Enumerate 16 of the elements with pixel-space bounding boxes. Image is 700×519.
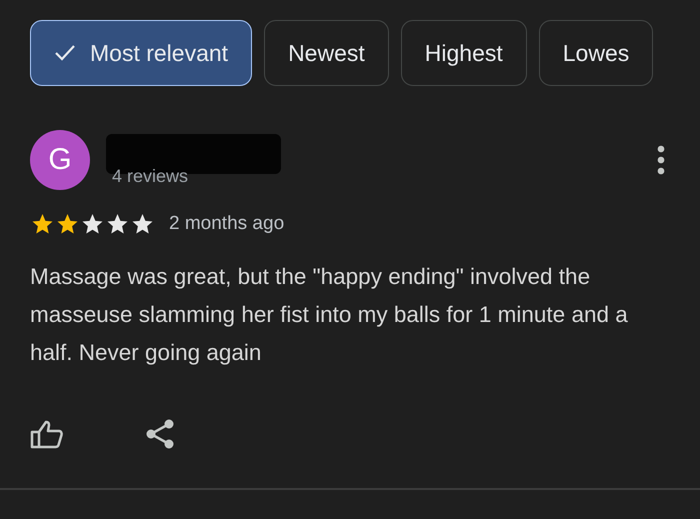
- sort-chip[interactable]: Highest: [400, 20, 527, 86]
- sort-chip[interactable]: Most relevant: [30, 20, 252, 86]
- share-icon[interactable]: [144, 418, 176, 450]
- review-text: Massage was great, but the "happy ending" involved the masseuse slamming her fist into my balls for 1 minute and a half. Never going again: [30, 263, 629, 367]
- check-icon: [54, 44, 76, 62]
- star-icon: [105, 212, 130, 236]
- star-icon: [130, 212, 155, 236]
- star-icon: [80, 212, 105, 236]
- sort-chip[interactable]: Newest: [264, 20, 389, 86]
- star-icon: [30, 212, 55, 236]
- star-icon: [55, 212, 80, 236]
- review-time: 2 months ago: [169, 213, 284, 235]
- review-count: 4 reviews: [112, 166, 190, 186]
- sort-chip[interactable]: Lowes: [538, 20, 654, 86]
- thumbs-up-icon[interactable]: [30, 418, 64, 450]
- avatar[interactable]: G: [30, 130, 90, 190]
